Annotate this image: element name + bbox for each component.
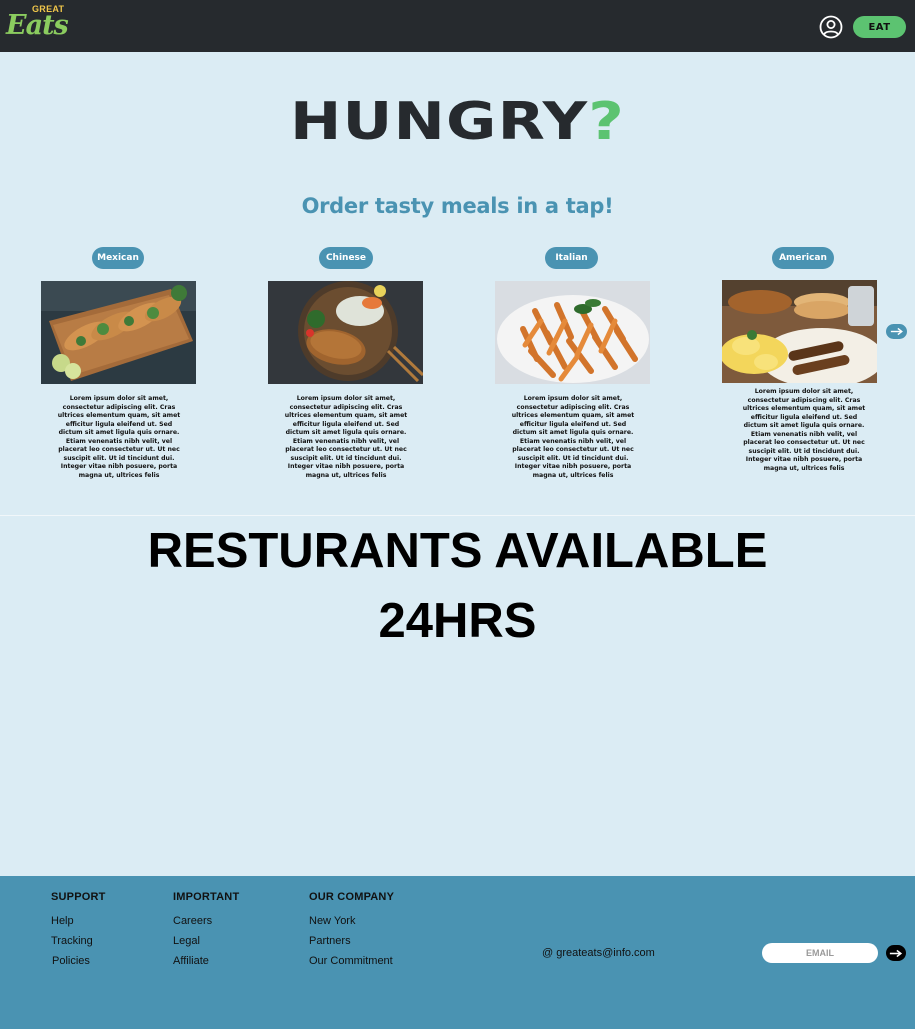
footer-link-careers[interactable]: Careers [173,915,239,935]
italian-food-image[interactable] [495,281,650,384]
logo-eats-text: Eats [6,10,69,41]
cuisine-pill-american[interactable]: American [772,247,834,269]
availability-heading: RESTURANTS AVAILABLE 24HRS [0,516,915,656]
top-nav: GREAT Eats EAT [0,0,915,52]
footer-link-partners[interactable]: Partners [309,935,394,955]
hero-question-mark: ? [588,92,626,152]
hero-tagline: Order tasty meals in a tap! [301,194,614,218]
hero-title: HUNGRY? [0,92,915,152]
cuisine-description-italian: Lorem ipsum dolor sit amet, consectetur … [511,395,635,479]
cuisine-description-chinese: Lorem ipsum dolor sit amet, consectetur … [284,395,408,479]
american-food-image[interactable] [722,280,877,383]
footer-company-column: OUR COMPANY New York Partners Our Commit… [309,891,394,975]
cuisine-description-mexican: Lorem ipsum dolor sit amet, consectetur … [57,395,181,479]
cuisine-pill-italian[interactable]: Italian [545,247,598,269]
carousel-next-arrow-icon[interactable] [886,324,907,339]
mexican-food-image[interactable] [41,281,196,384]
footer-link-our-commitment[interactable]: Our Commitment [309,955,394,975]
footer-important-heading: IMPORTANT [173,891,240,903]
footer-link-affiliate[interactable]: Affiliate [173,955,239,975]
footer-link-legal[interactable]: Legal [173,935,239,955]
newsletter-submit-arrow-icon[interactable] [886,945,906,961]
availability-line-1: RESTURANTS AVAILABLE [147,524,768,578]
hero-title-text: HUNGRY [289,92,589,152]
user-circle-icon[interactable] [819,15,843,39]
site-footer: SUPPORT Help Tracking Policies IMPORTANT… [0,876,915,1029]
newsletter-email-input[interactable] [762,943,878,963]
footer-link-policies[interactable]: Policies [52,955,106,975]
footer-link-tracking[interactable]: Tracking [51,935,106,955]
availability-line-2: 24HRS [378,594,537,648]
cuisine-pill-chinese[interactable]: Chinese [319,247,373,269]
footer-link-help[interactable]: Help [51,915,106,935]
cuisine-description-american: Lorem ipsum dolor sit amet, consectetur … [742,388,866,472]
footer-important-column: IMPORTANT Careers Legal Affiliate [173,891,239,975]
great-eats-logo[interactable]: GREAT Eats [6,4,69,44]
eat-button[interactable]: EAT [853,16,906,38]
footer-link-new-york[interactable]: New York [309,915,394,935]
footer-support-column: SUPPORT Help Tracking Policies [51,891,106,975]
footer-company-heading: OUR COMPANY [309,891,395,903]
cuisine-pill-mexican[interactable]: Mexican [92,247,144,269]
contact-email[interactable]: @ greateats@info.com [542,947,655,959]
footer-support-heading: SUPPORT [51,891,106,903]
chinese-food-image[interactable] [268,281,423,384]
